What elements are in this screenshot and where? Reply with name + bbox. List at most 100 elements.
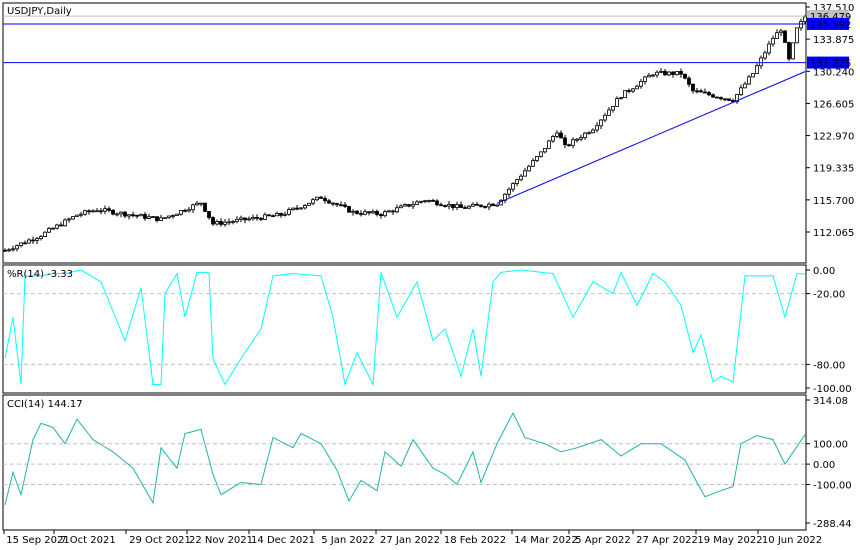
candle-body: [711, 94, 715, 98]
candle-body: [299, 207, 303, 210]
candle-body: [515, 179, 519, 184]
candle-body: [631, 88, 635, 92]
candle-body: [187, 209, 191, 212]
candle-body: [295, 207, 299, 210]
candle-body: [167, 215, 171, 219]
candle-body: [207, 211, 211, 218]
trading-chart[interactable]: 137.510133.875130.240126.605122.970119.3…: [0, 0, 860, 550]
price-axis-label: 112.065: [813, 228, 854, 239]
candle-body: [83, 210, 87, 215]
candle-body: [255, 217, 259, 219]
cci-axis-label: -288.44: [813, 519, 852, 530]
candle-body: [627, 90, 631, 92]
candle-body: [719, 97, 723, 100]
candle-body: [459, 204, 463, 208]
candle-body: [171, 215, 175, 217]
candle-body: [667, 71, 671, 76]
candle-body: [279, 212, 283, 216]
candle-body: [311, 199, 315, 204]
candle-body: [127, 214, 131, 217]
candle-body: [343, 204, 347, 207]
candle-body: [55, 224, 59, 229]
candle-body: [639, 81, 643, 87]
candle-body: [303, 204, 307, 209]
candle-body: [35, 238, 39, 241]
candle-body: [259, 217, 263, 220]
candle-body: [427, 200, 431, 202]
candle-body: [787, 42, 791, 60]
candle-body: [751, 73, 755, 78]
candle-body: [179, 209, 183, 215]
candle-body: [611, 106, 615, 111]
candle-body: [307, 202, 311, 206]
price-axis-label: 133.875: [813, 35, 854, 46]
cci-axis-label: 314.08: [813, 396, 848, 407]
candle-body: [87, 210, 91, 213]
candle-body: [7, 249, 11, 252]
time-axis-label: 29 Oct 2021: [129, 535, 191, 546]
candle-body: [579, 137, 583, 140]
main-pane[interactable]: [2, 2, 807, 264]
candle-body: [559, 132, 563, 139]
candle-body: [383, 211, 387, 217]
candle-body: [351, 210, 355, 213]
candle-body: [287, 209, 291, 215]
candle-body: [379, 214, 383, 217]
candle-body: [519, 175, 523, 181]
candle-body: [359, 213, 363, 215]
candle-body: [567, 144, 571, 147]
candle-body: [407, 204, 411, 207]
time-axis-label: 5 Apr 2022: [575, 535, 630, 546]
candle-body: [495, 204, 499, 207]
candle-body: [795, 27, 799, 44]
candle-body: [275, 212, 279, 217]
candle-body: [375, 211, 379, 215]
candle-body: [119, 211, 123, 215]
candle-body: [211, 217, 215, 225]
candle-body: [67, 218, 71, 221]
candle-body: [91, 210, 95, 213]
candle-body: [235, 218, 239, 222]
candle-body: [371, 211, 375, 214]
wpr-axis-label: -20.00: [813, 290, 845, 301]
cci-axis-label: 100.00: [813, 440, 848, 451]
candle-body: [467, 205, 471, 209]
candle-body: [195, 202, 199, 206]
wpr-axis-label: -80.00: [813, 360, 845, 371]
candle-body: [471, 203, 475, 207]
candle-body: [703, 91, 707, 94]
candle-body: [15, 245, 19, 250]
candle-body: [143, 214, 147, 219]
candle-body: [723, 98, 727, 101]
candle-body: [271, 215, 275, 218]
candle-body: [607, 109, 611, 116]
candle-body: [759, 57, 763, 67]
indicators: [3, 269, 806, 506]
candle-body: [603, 114, 607, 121]
candle-body: [523, 170, 527, 177]
candle-body: [163, 217, 167, 220]
cci-title: CCI(14) 144.17: [7, 399, 83, 410]
candle-body: [159, 217, 163, 221]
candle-body: [435, 200, 439, 206]
candle-body: [199, 202, 203, 205]
wpr-pane[interactable]: [2, 264, 807, 394]
candle-body: [623, 90, 627, 99]
candle-body: [547, 140, 551, 149]
candle-body: [779, 30, 783, 34]
candle-body: [691, 83, 695, 92]
candle-body: [267, 214, 271, 217]
candle-body: [419, 200, 423, 203]
candle-body: [551, 136, 555, 142]
cci-pane[interactable]: [2, 394, 807, 531]
candle-body: [531, 160, 535, 167]
candle-body: [695, 90, 699, 93]
candle-body: [215, 221, 219, 225]
candle-body: [395, 207, 399, 213]
candle-body: [131, 214, 135, 217]
price-axis-label: 119.335: [813, 164, 854, 175]
candle-body: [687, 77, 691, 85]
candle-body: [447, 204, 451, 207]
candle-body: [651, 74, 655, 77]
pane-frames: [2, 2, 807, 531]
